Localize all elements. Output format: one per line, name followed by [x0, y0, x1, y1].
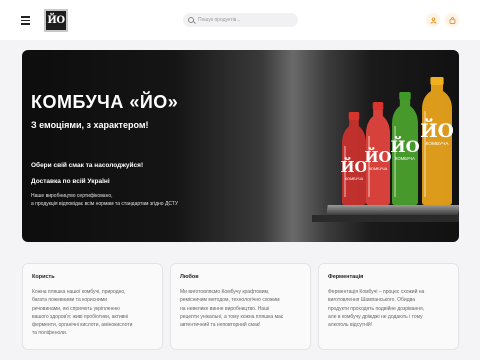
search-bar[interactable]: [183, 13, 298, 27]
bottle: ЙОКОМБУЧА: [390, 92, 420, 205]
search-icon: [188, 17, 194, 23]
cart-icon: [449, 16, 455, 24]
bottle-label: ЙО: [420, 118, 454, 142]
bottle-sublabel: КОМБУЧА: [369, 167, 388, 171]
hero-cert-line1: Наше виробництво сертифіковано,: [31, 193, 113, 199]
bottle: ЙОКОМБУЧА: [420, 77, 454, 205]
bottle-sublabel: КОМБУЧА: [395, 156, 415, 161]
hero-delivery: Доставка по всій Україні: [31, 178, 110, 185]
cart-button[interactable]: [445, 13, 459, 27]
card-text: Кожна пляшка нашої комбучі, природно, баг…: [32, 289, 133, 337]
menu-icon[interactable]: [21, 16, 30, 25]
card-text: Ми виготовляємо Комбучу крафтовим, ремісн…: [180, 289, 284, 329]
card-love: Любов Ми виготовляємо Комбучу крафтовим,…: [170, 263, 311, 350]
user-icon: [430, 16, 436, 24]
bottle-label: ЙО: [390, 135, 419, 156]
user-button[interactable]: [426, 13, 440, 27]
bottle: ЙОКОМБУЧА: [364, 102, 392, 205]
bottle-sublabel: КОМБУЧА: [426, 141, 450, 147]
hero-tagline: З емоціями, з характером!: [31, 120, 149, 130]
bottle-sublabel: КОМБУЧА: [345, 177, 364, 181]
logo[interactable]: ЙО: [44, 9, 68, 32]
card-benefit: Користь Кожна пляшка нашої комбучі, прир…: [22, 263, 163, 350]
hero-choose: Обери свій смак та насолоджуйся!: [31, 162, 144, 169]
hero-banner: КОМБУЧА «ЙО» З емоціями, з характером! О…: [22, 50, 459, 242]
card-title: Ферментація: [328, 274, 364, 280]
shelf-front: [312, 215, 459, 222]
card-text: Ферментація Комбучі – процес схожий на ви…: [328, 289, 425, 329]
logo-text: ЙО: [47, 15, 65, 26]
bottle-label: ЙО: [340, 157, 367, 176]
search-input[interactable]: [198, 17, 293, 23]
hero-title: КОМБУЧА «ЙО»: [31, 92, 179, 112]
bottle: ЙОКОМБУЧА: [340, 112, 368, 205]
bottles-image: ЙОКОМБУЧАЙОКОМБУЧАЙОКОМБУЧАЙОКОМБУЧА: [340, 77, 454, 205]
hero-cert-line2: а продукція відповідає всім нормам та ст…: [31, 201, 179, 207]
card-fermentation: Ферментація Ферментація Комбучі – процес…: [318, 263, 459, 350]
bottle-label: ЙО: [364, 147, 391, 166]
header: ЙО: [0, 0, 480, 40]
card-title: Любов: [180, 274, 199, 280]
card-title: Користь: [32, 274, 55, 280]
